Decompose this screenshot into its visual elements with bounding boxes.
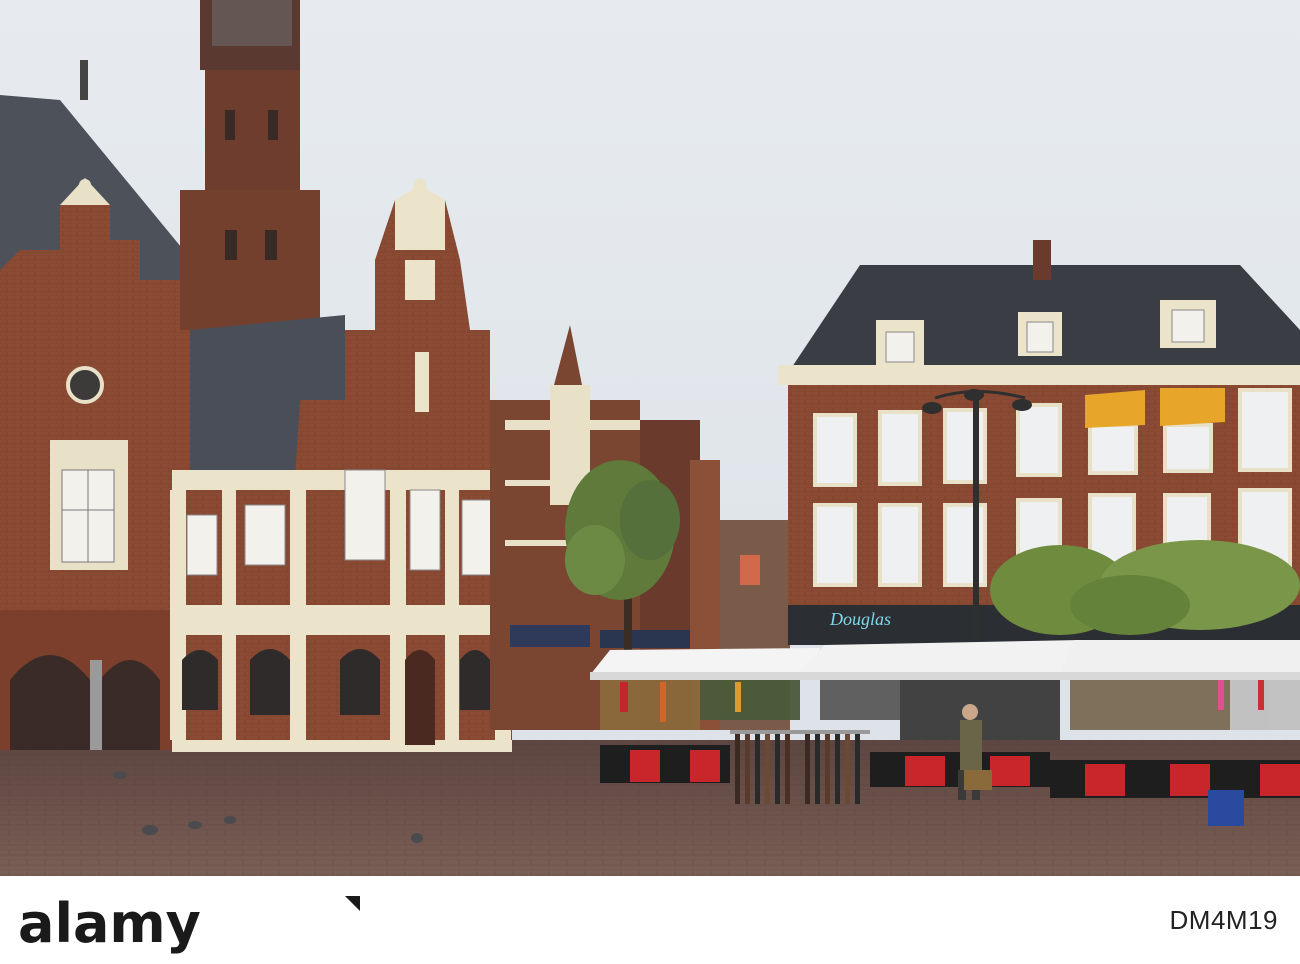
alamy-logo: alamy bbox=[18, 892, 360, 955]
watermark-footer: alamy DM4M19 bbox=[0, 876, 1300, 964]
image-code: DM4M19 bbox=[1169, 905, 1278, 935]
right-trees bbox=[990, 540, 1300, 635]
alamy-brand-text: alamy bbox=[18, 892, 201, 955]
market-square-photo: Douglas bbox=[0, 0, 1300, 876]
shop-sign-text: Douglas bbox=[829, 609, 891, 629]
